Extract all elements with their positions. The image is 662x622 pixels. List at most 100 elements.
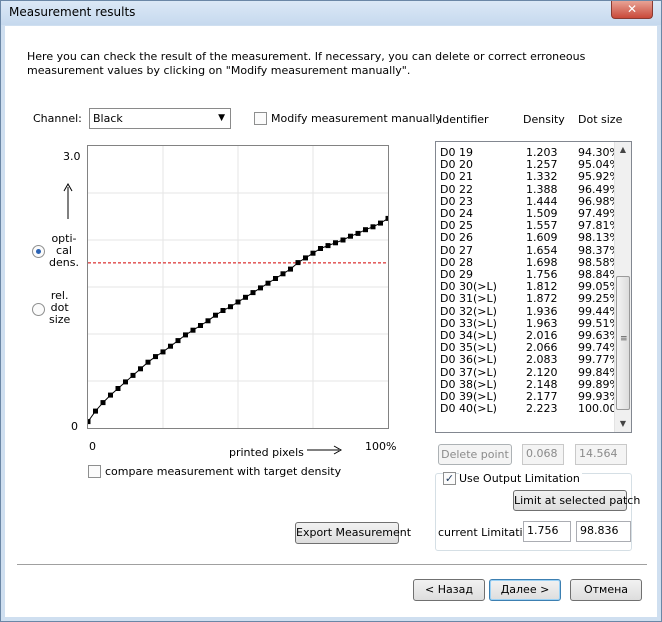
use-output-limitation-checkbox[interactable]: ✓ [443,472,456,485]
data-point [93,408,98,414]
relative-dot-size-radio[interactable] [32,303,45,316]
list-item-density: 1.963 [526,316,558,330]
data-point [348,233,353,239]
list-item-identifier: D0 26 [440,231,473,245]
list-item[interactable]: D0 39(>L) 2.177 99.93% [440,390,620,403]
grip-icon: ≡ [620,334,628,344]
selected-density-field[interactable]: 0.068 [522,444,564,465]
data-point [370,224,376,230]
list-item[interactable]: D0 32(>L) 1.936 99.44% [440,305,620,318]
data-point [190,327,196,333]
list-item-density: 1.509 [526,207,558,220]
list-item-identifier: D0 36(>L) [440,353,497,367]
title-bar[interactable]: Measurement results ✕ [1,1,661,25]
close-button[interactable]: ✕ [611,1,653,19]
list-item[interactable]: D0 37(>L) 2.120 99.84% [440,366,620,379]
data-point [250,290,256,296]
list-item[interactable]: D0 28 1.698 98.58% [440,256,620,269]
channel-select[interactable]: Black ▼ [89,108,231,129]
optical-density-label: opti- cal dens. [49,233,79,269]
column-header-density: Density [523,113,565,126]
data-point [130,372,136,378]
list-item[interactable]: D0 35(>L) 2.066 99.74% [440,341,620,355]
data-point [205,318,211,324]
list-item-identifier: D0 20 [440,158,473,172]
data-point [123,379,128,385]
list-item[interactable]: D0 30(>L) 1.812 99.05% [440,280,620,293]
back-button[interactable]: < Назад [413,579,485,601]
intro-text: Here you can check the result of the mea… [27,50,586,77]
cancel-button[interactable]: Отмена [570,579,642,601]
list-item-density: 1.557 [526,219,558,233]
data-point [138,366,143,372]
modify-manually-label: Modify measurement manually [271,112,442,125]
compare-target-checkbox[interactable] [88,465,101,478]
data-point [258,285,263,291]
list-item-density: 2.148 [526,377,558,391]
x-axis-min-label: 0 [89,440,96,453]
data-point [175,338,181,344]
list-item-identifier: D0 29 [440,268,473,281]
data-point [220,308,226,313]
list-item[interactable]: D0 20 1.257 95.04% [440,158,620,172]
scroll-thumb[interactable]: ≡ [616,276,630,410]
list-item[interactable]: D0 23 1.444 96.98% [440,194,620,208]
chevron-down-icon: ▼ [218,113,225,123]
list-scrollbar[interactable]: ▲ ≡ ▼ [614,142,631,432]
selected-dot-size-field[interactable]: 14.564 [575,444,627,465]
limit-at-selected-patch-button[interactable]: Limit at selected patch [513,490,640,511]
window-title: Measurement results [9,5,136,19]
list-item-identifier: D0 38(>L) [440,377,497,391]
list-item[interactable]: D0 27 1.654 98.37% [440,243,620,257]
next-button[interactable]: Далее > [489,579,561,601]
optical-density-radio[interactable] [32,245,45,258]
list-item-density: 1.388 [526,182,558,196]
list-item[interactable]: D0 33(>L) 1.963 99.51% [440,316,620,330]
scroll-up-icon[interactable]: ▲ [615,142,631,158]
list-item-density: 1.444 [526,194,558,208]
delete-point-button[interactable]: Delete point [438,444,512,465]
export-measurement-button[interactable]: Export Measurement [295,522,411,544]
list-item-density: 1.332 [526,170,558,184]
list-item[interactable]: D0 24 1.509 97.49% [440,207,620,220]
column-header-dot-size: Dot size [578,113,623,126]
data-point [340,237,346,243]
list-item-identifier: D0 25 [440,219,473,233]
compare-target-label: compare measurement with target density [105,465,342,478]
list-item[interactable]: D0 36(>L) 2.083 99.77% [440,353,620,367]
data-point [333,240,338,246]
list-item-identifier: D0 34(>L) [440,329,497,342]
measurement-list[interactable]: D0 19 1.203 94.30% D0 20 1.257 95.04% D0 21 1.3… [435,141,632,433]
x-axis-max-label: 100% [365,440,397,453]
data-point [288,266,293,272]
list-item[interactable]: D0 22 1.388 96.49% [440,182,620,196]
use-output-limitation-label: Use Output Limitation [459,472,582,485]
list-item-identifier: D0 23 [440,194,473,208]
list-item[interactable]: D0 25 1.557 97.81% [440,219,620,233]
density-chart-svg [85,146,391,428]
limitation-density-field[interactable]: 1.756 [523,521,571,542]
list-item-identifier: D0 33(>L) [440,316,497,330]
limitation-dot-size-field[interactable]: 98.836 [576,521,631,542]
list-item[interactable]: D0 26 1.609 98.13% [440,231,620,245]
data-point [378,220,383,226]
list-item-density: 1.609 [526,231,558,245]
modify-manually-checkbox[interactable] [254,112,267,125]
density-chart[interactable] [85,145,391,429]
list-item[interactable]: D0 19 1.203 94.30% [440,146,620,159]
list-item[interactable]: D0 38(>L) 2.148 99.89% [440,377,620,391]
list-item-identifier: D0 35(>L) [440,341,497,355]
list-item[interactable]: D0 29 1.756 98.84% [440,268,620,281]
data-point [100,400,106,406]
y-axis-max-label: 3.0 [63,150,81,163]
list-item[interactable]: D0 40(>L) 2.223 100.00% [440,402,627,415]
list-item[interactable]: D0 31(>L) 1.872 99.25% [440,292,620,305]
data-point [153,354,158,360]
data-point [228,304,233,310]
scroll-down-icon[interactable]: ▼ [615,416,631,432]
right-arrow-icon [307,445,343,455]
list-item[interactable]: D0 34(>L) 2.016 99.63% [440,329,620,342]
list-item[interactable]: D0 21 1.332 95.92% [440,170,620,184]
list-item-identifier: D0 22 [440,182,473,196]
list-item-density: 1.654 [526,243,558,257]
